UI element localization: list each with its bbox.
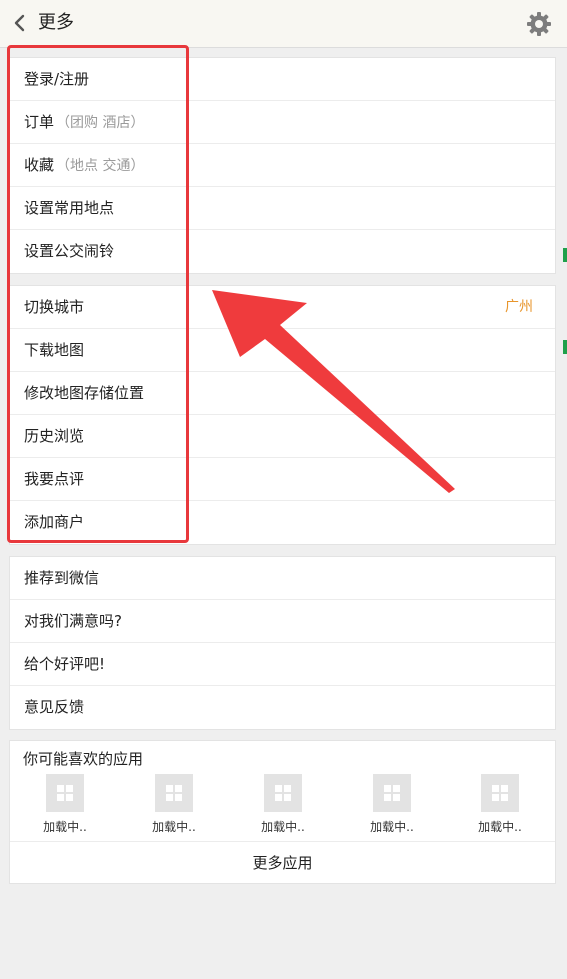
edge-indicator <box>563 340 567 354</box>
app-placeholder-icon <box>46 774 84 812</box>
app-label: 加载中.. <box>152 820 196 834</box>
app-label: 加载中.. <box>261 820 305 834</box>
recommended-app[interactable]: 加载中.. <box>248 774 318 835</box>
more-apps-button[interactable]: 更多应用 <box>10 841 555 885</box>
app-placeholder-icon <box>155 774 193 812</box>
menu-item-label: 意见反馈 <box>24 698 85 716</box>
app-label: 加载中.. <box>478 820 522 834</box>
recommended-app[interactable]: 加载中.. <box>465 774 535 835</box>
menu-item-label: 给个好评吧! <box>24 655 106 673</box>
menu-item-feedback[interactable]: 意见反馈 <box>10 686 555 729</box>
back-arrow-icon[interactable] <box>12 12 28 34</box>
annotation-highlight-box <box>7 45 189 543</box>
recommended-apps-title: 你可能喜欢的应用 <box>23 750 144 768</box>
feedback-menu-group: 推荐到微信 对我们满意吗? 给个好评吧! 意见反馈 <box>9 556 556 730</box>
app-placeholder-icon <box>373 774 411 812</box>
page-title: 更多 <box>38 12 74 33</box>
recommended-apps-section: 你可能喜欢的应用 加载中.. 加载中.. 加载中.. 加载中.. 加载中.. 更… <box>9 740 556 884</box>
app-placeholder-icon <box>481 774 519 812</box>
recommended-app[interactable]: 加载中.. <box>139 774 209 835</box>
edge-indicator <box>563 248 567 262</box>
menu-item-label: 推荐到微信 <box>24 569 100 587</box>
recommended-app[interactable]: 加载中.. <box>30 774 100 835</box>
menu-item-label: 对我们满意吗? <box>24 612 122 630</box>
current-city-value: 广州 <box>505 299 533 315</box>
app-label: 加载中.. <box>43 820 87 834</box>
settings-gear-icon[interactable] <box>526 11 552 37</box>
menu-item-rate-app[interactable]: 给个好评吧! <box>10 643 555 686</box>
menu-item-share-wechat[interactable]: 推荐到微信 <box>10 557 555 600</box>
top-bar: 更多 <box>0 0 567 48</box>
recommended-app[interactable]: 加载中.. <box>357 774 427 835</box>
app-label: 加载中.. <box>370 820 414 834</box>
app-placeholder-icon <box>264 774 302 812</box>
menu-item-satisfaction[interactable]: 对我们满意吗? <box>10 600 555 643</box>
